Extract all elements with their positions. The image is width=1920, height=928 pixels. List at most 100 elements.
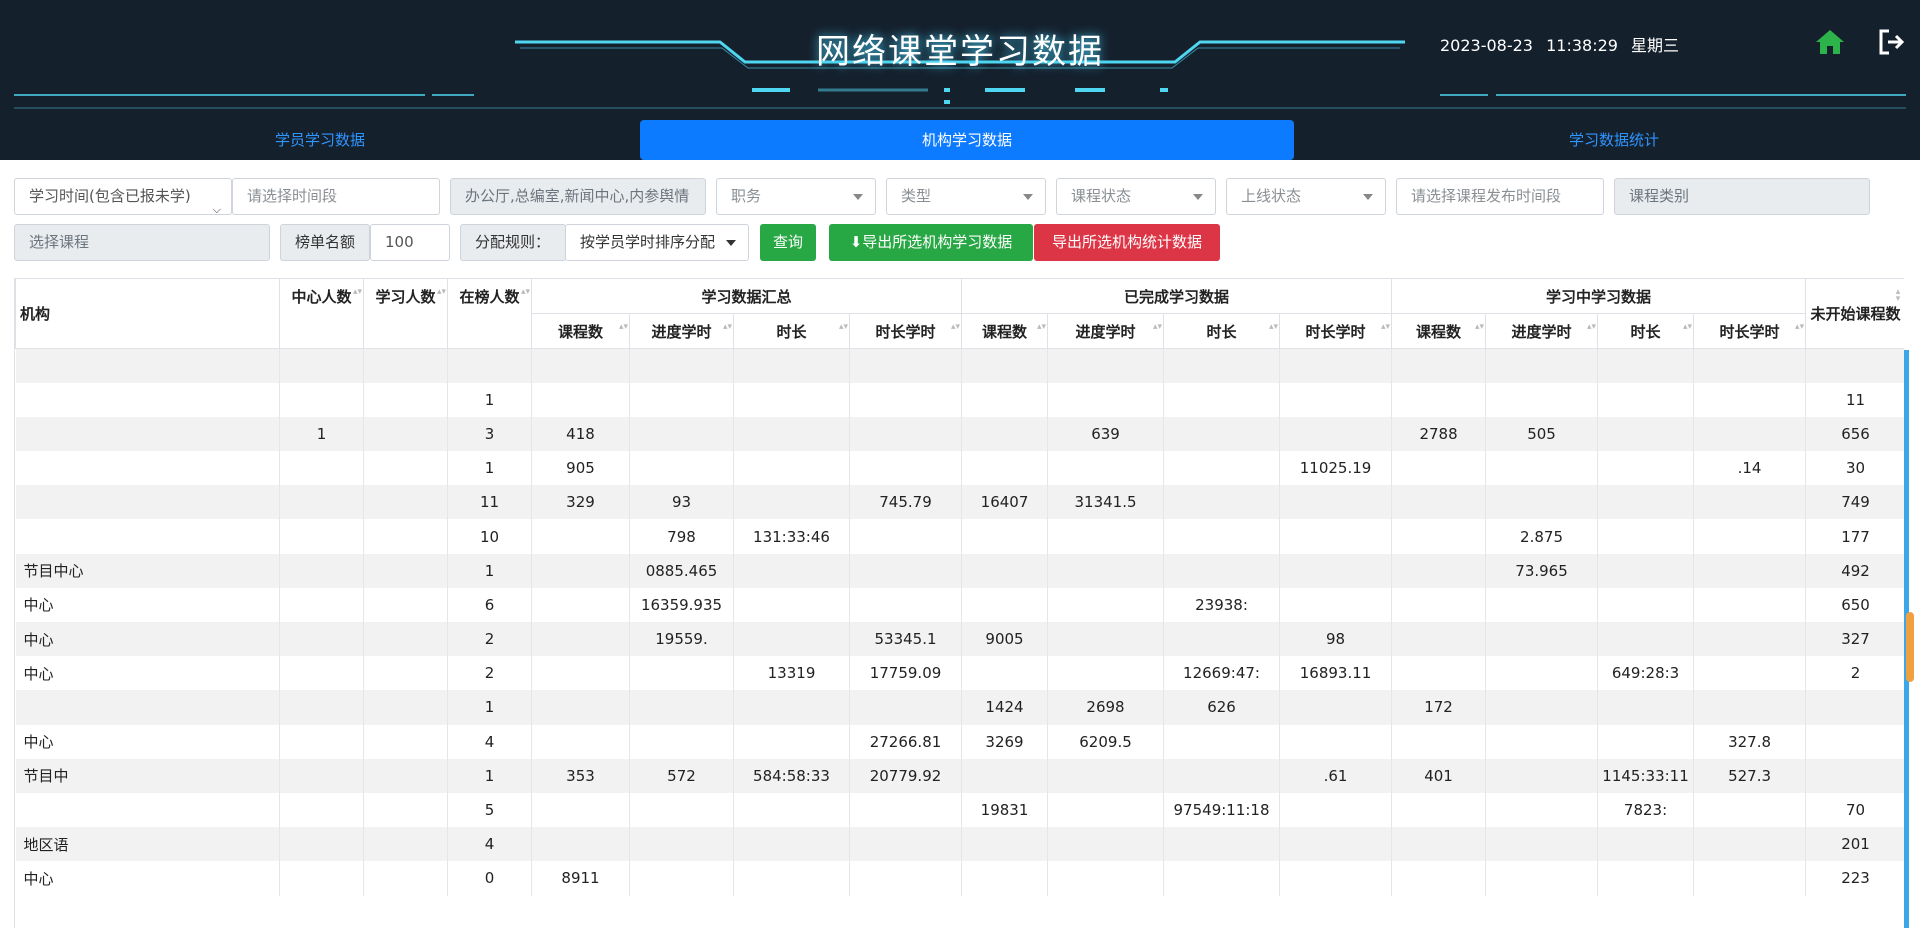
table-cell: 23938:	[1163, 587, 1281, 622]
table-cell	[531, 656, 630, 691]
query-button[interactable]: 查询	[760, 224, 816, 261]
col-learner-count-sub	[363, 313, 448, 349]
table-cell	[849, 792, 963, 828]
publish-time-input[interactable]: 请选择课程发布时间段	[1396, 178, 1604, 215]
time-type-select[interactable]: 学习时间(包含已报未学) ⌵	[14, 178, 232, 215]
table-row[interactable]: 中心 6 16359.935 23938: 650	[15, 587, 1904, 622]
table-cell	[363, 827, 448, 862]
col-learner-count[interactable]: 学习人数	[363, 278, 448, 314]
table-cell: 1	[279, 416, 364, 452]
table-cell	[279, 519, 364, 554]
table-cell: 905	[531, 451, 630, 486]
table-cell	[1597, 519, 1695, 554]
col-sub-header[interactable]: 时长	[733, 313, 850, 349]
course-status-placeholder: 课程状态	[1071, 187, 1132, 205]
table-cell: 3269	[961, 724, 1049, 759]
col-sub-header[interactable]: 时长	[1597, 313, 1695, 349]
col-center-count[interactable]: 中心人数	[279, 278, 364, 314]
table-cell: 11	[1805, 382, 1904, 417]
table-cell	[1485, 622, 1599, 657]
export-org-data-button[interactable]: ⬇导出所选机构学习数据	[829, 224, 1033, 261]
table-cell: 1145:33:11	[1597, 758, 1695, 793]
org-name-cell	[15, 485, 280, 520]
table-cell	[961, 348, 1049, 383]
org-name-cell: 中心	[15, 724, 280, 759]
table-cell	[849, 861, 963, 896]
table-cell: 223	[1805, 861, 1904, 896]
table-row[interactable]: 中心 0 8911 223	[15, 861, 1904, 896]
table-row[interactable]: 节目中心 1 0885.465 73.965 492	[15, 553, 1904, 588]
col-sub-header[interactable]: 时长学时	[1693, 313, 1807, 349]
type-select[interactable]: 类型	[886, 178, 1046, 215]
course-select[interactable]: 选择课程	[14, 224, 270, 261]
position-select[interactable]: 职务	[716, 178, 876, 215]
table-cell	[1693, 690, 1807, 725]
table-row[interactable]: 节目中 1 353 572 584:58:33 20779.92 .61 401 1145:33…	[15, 758, 1904, 793]
table-cell	[1485, 792, 1599, 828]
export-stats-button[interactable]: 导出所选机构统计数据	[1034, 224, 1220, 261]
table-row[interactable]: 中心 4 27266.81 3269 6209.5 327.8	[15, 724, 1904, 759]
table-cell: 353	[531, 758, 630, 793]
table-row[interactable]: 地区语 4 201	[15, 827, 1904, 862]
table-row[interactable]: 1 1424 2698 626 172	[15, 690, 1904, 725]
caret-down-icon	[1023, 194, 1033, 200]
col-sub-header[interactable]: 时长	[1163, 313, 1281, 349]
col-sub-header[interactable]: 时长学时	[1279, 313, 1393, 349]
table-cell	[1597, 861, 1695, 896]
col-not-started[interactable]: 未开始课程数	[1805, 278, 1904, 349]
table-cell	[279, 382, 364, 417]
table-cell	[1047, 656, 1165, 691]
table-row[interactable]: 5 19831 97549:11:18 7823: 70	[15, 792, 1904, 828]
table-cell	[1047, 622, 1165, 657]
table-row[interactable]: 中心 2 13319 17759.09 12669:47: 16893.11 649:28:…	[15, 656, 1904, 691]
table-cell	[1693, 553, 1807, 588]
tab-learner-data[interactable]: 学员学习数据	[14, 120, 626, 160]
org-select[interactable]: 办公厅,总编室,新闻中心,内参舆情	[450, 178, 706, 215]
col-sub-header[interactable]: 课程数	[961, 313, 1049, 349]
course-status-select[interactable]: 课程状态	[1056, 178, 1216, 215]
col-sub-header[interactable]: 进度学时	[1485, 313, 1599, 349]
table-row[interactable]: 1 3 418 639 2788 505 656	[15, 416, 1904, 452]
col-sub-header[interactable]: 进度学时	[1047, 313, 1165, 349]
rule-select[interactable]: 按学员学时排序分配	[565, 224, 749, 261]
table-cell: 172	[1391, 690, 1487, 725]
course-category-select[interactable]: 课程类别	[1614, 178, 1870, 215]
tab-statistics[interactable]: 学习数据统计	[1308, 120, 1920, 160]
table-row[interactable]: 11 329 93 745.79 16407 31341.5 749	[15, 485, 1904, 520]
col-sub-header[interactable]: 课程数	[1391, 313, 1487, 349]
table-cell	[531, 690, 630, 725]
table-row[interactable]: 中心 2 19559. 53345.1 9005 98 327	[15, 622, 1904, 657]
time-range-input[interactable]: 请选择时间段	[232, 178, 440, 215]
table-row[interactable]: 1 11	[15, 382, 1904, 417]
home-icon[interactable]	[1814, 26, 1846, 58]
table-cell: 584:58:33	[733, 758, 850, 793]
table-cell	[363, 348, 448, 383]
table-cell: 97549:11:18	[1163, 792, 1281, 828]
col-sub-header[interactable]: 进度学时	[629, 313, 734, 349]
tab-org-data[interactable]: 机构学习数据	[640, 120, 1294, 160]
table-cell: 201	[1805, 827, 1904, 862]
table-row[interactable]	[15, 348, 1904, 383]
logout-icon[interactable]	[1876, 26, 1908, 58]
table-cell: 7823:	[1597, 792, 1695, 828]
table-cell	[279, 622, 364, 657]
table-scrollbar-thumb[interactable]	[1906, 612, 1914, 682]
table-cell	[1597, 827, 1695, 862]
table-row[interactable]: 10 798 131:33:46 2.875 177	[15, 519, 1904, 554]
table-cell	[279, 792, 364, 828]
rank-quota-input[interactable]: 100	[370, 224, 450, 261]
col-org[interactable]: 机构	[15, 278, 280, 349]
table-row[interactable]: 1 905 11025.19 .14 30	[15, 451, 1904, 486]
col-sub-header[interactable]: 课程数	[531, 313, 630, 349]
table-cell	[1047, 587, 1165, 622]
online-status-select[interactable]: 上线状态	[1226, 178, 1386, 215]
table-cell	[1047, 382, 1165, 417]
table-cell	[1693, 656, 1807, 691]
col-sub-header[interactable]: 时长学时	[848, 313, 963, 349]
table-cell	[1047, 451, 1165, 486]
table-cell	[961, 553, 1049, 588]
col-ranked-count[interactable]: 在榜人数	[447, 278, 532, 314]
org-name-cell	[15, 690, 280, 725]
table-cell: 16359.935	[629, 587, 734, 622]
table-cell	[1163, 382, 1281, 417]
